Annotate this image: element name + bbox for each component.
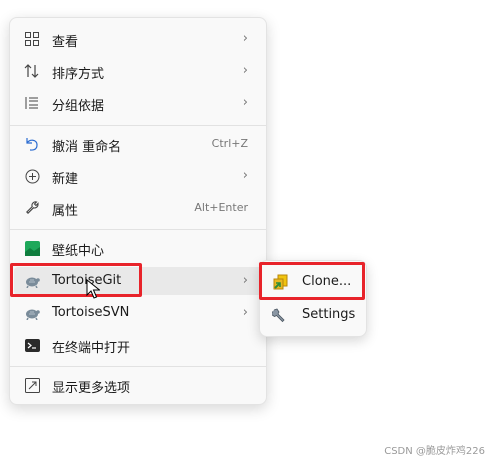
menu-item-label: 分组依据 [52,99,105,114]
shortcut-text: Alt+Enter [194,201,248,214]
submenu-item-settings[interactable]: Settings [264,301,362,329]
chevron-right-icon: › [242,305,248,320]
wrench-icon [24,200,40,216]
chevron-right-icon: › [242,63,248,78]
git-clone-icon [272,274,288,290]
settings-wrench-icon [272,307,288,323]
menu-separator [10,229,266,230]
menu-item-group-by[interactable]: 分组依据 › [14,89,262,117]
tortoisegit-submenu: Clone... Settings [259,260,367,337]
undo-icon [24,136,40,152]
menu-item-label: 在终端中打开 [52,341,131,356]
menu-item-tortoisegit[interactable]: TortoiseGit › [14,267,262,295]
submenu-item-label: Settings [302,307,356,322]
menu-item-properties[interactable]: 属性 Alt+Enter [14,194,262,222]
menu-item-label: 壁纸中心 [52,244,105,259]
menu-item-label: 属性 [52,204,79,219]
menu-item-wallpaper-center[interactable]: 壁纸中心 [14,234,262,262]
chevron-right-icon: › [242,168,248,183]
menu-item-show-more-options[interactable]: 显示更多选项 [14,371,262,399]
plus-circle-icon [24,168,40,184]
grid-icon [24,31,40,47]
wallpaper-icon [24,240,40,256]
tortoise-icon [24,273,40,289]
menu-item-label: 查看 [52,35,79,50]
submenu-item-label: Clone... [302,274,352,289]
chevron-right-icon: › [242,31,248,46]
chevron-right-icon: › [242,95,248,110]
menu-item-sort[interactable]: 排序方式 › [14,57,262,85]
menu-item-label: 排序方式 [52,67,105,82]
shortcut-text: Ctrl+Z [211,137,248,150]
menu-item-new[interactable]: 新建 › [14,162,262,190]
menu-item-label: TortoiseSVN [52,305,130,320]
menu-item-open-in-terminal[interactable]: 在终端中打开 [14,331,262,359]
mouse-cursor-icon [86,278,101,303]
menu-item-label: 显示更多选项 [52,381,131,396]
terminal-icon [24,337,40,353]
chevron-right-icon: › [242,273,248,288]
tortoise-icon [24,305,40,321]
menu-item-tortoisesvn[interactable]: TortoiseSVN › [14,299,262,327]
menu-item-undo-rename[interactable]: 撤消 重命名 Ctrl+Z [14,130,262,158]
menu-item-label: 撤消 重命名 [52,140,122,155]
context-menu: 查看 › 排序方式 › 分组依据 › 撤消 重命名 Ctrl+Z 新建 › 属性… [9,17,267,405]
watermark-text: CSDN @脆皮炸鸡226 [384,446,485,457]
menu-separator [10,366,266,367]
group-list-icon [24,95,40,111]
menu-separator [10,125,266,126]
expand-icon [24,377,40,393]
menu-item-view[interactable]: 查看 › [14,25,262,53]
sort-icon [24,63,40,79]
submenu-item-clone[interactable]: Clone... [264,268,362,296]
menu-item-label: 新建 [52,172,79,187]
